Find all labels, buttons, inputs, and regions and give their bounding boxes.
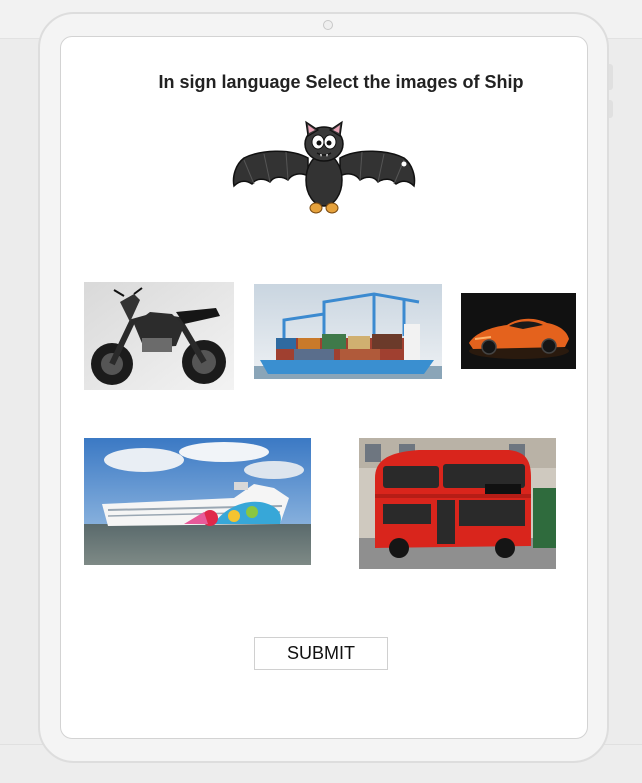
double-decker-bus-image[interactable] — [359, 438, 556, 569]
bat-icon — [230, 120, 418, 220]
question-title: In sign language Select the images of Sh… — [158, 72, 524, 92]
motorcycle-image[interactable] — [84, 282, 234, 390]
tablet-side-button — [609, 100, 613, 118]
container-ship-image[interactable] — [254, 284, 442, 379]
cruise-ship-image[interactable] — [84, 438, 311, 565]
sports-car-image[interactable] — [461, 293, 576, 369]
submit-button[interactable]: SUBMIT — [254, 637, 388, 670]
camera-dot — [323, 20, 333, 30]
